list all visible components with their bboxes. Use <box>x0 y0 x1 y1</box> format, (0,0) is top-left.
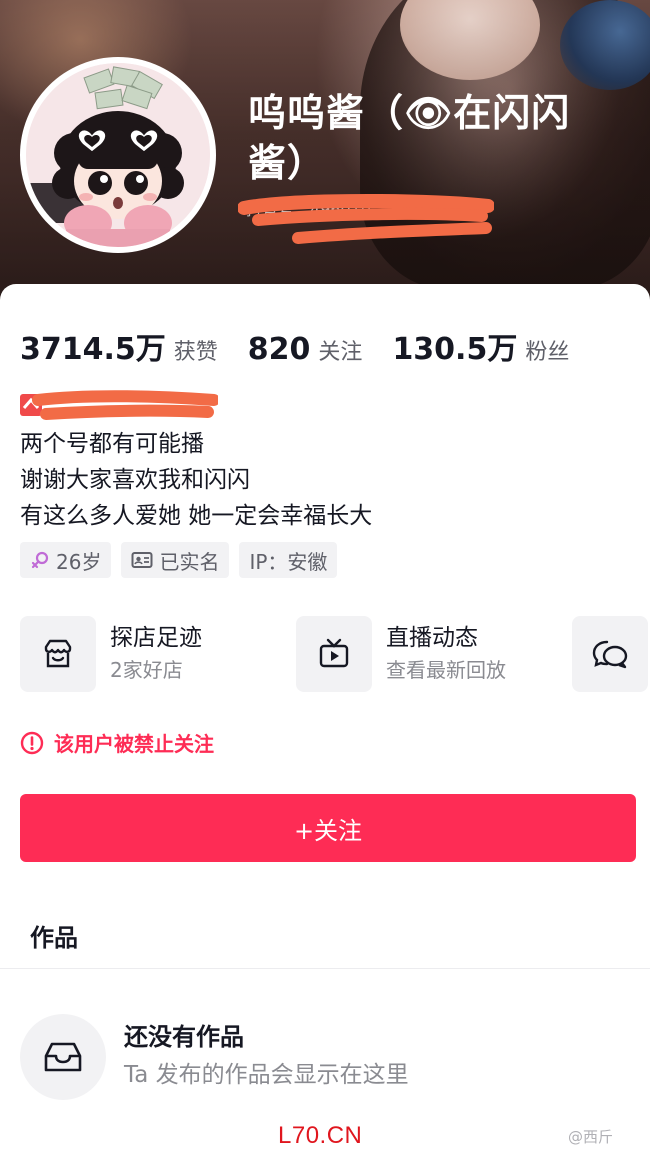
likes-label: 获赞 <box>173 340 218 365</box>
bio-text: 两个号都有可能播 谢谢大家喜欢我和闪闪 有这么多人爱她 她一定会幸福长大 <box>20 426 372 534</box>
service-live-subtitle: 查看最新回放 <box>386 658 506 682</box>
likes-count: 3714.5万 <box>20 332 166 367</box>
follow-disabled-notice: 该用户被禁止关注 <box>20 728 214 757</box>
avatar[interactable] <box>20 57 216 253</box>
follow-disabled-text: 该用户被禁止关注 <box>54 732 214 756</box>
tag-verified: 已实名 <box>121 542 230 578</box>
service-live-title: 直播动态 <box>386 625 478 651</box>
tab-works[interactable]: 作品 <box>30 918 78 953</box>
avatar-image <box>26 63 210 247</box>
service-entries: 探店足迹 2家好店 直播动态 查看最新回放 <box>20 616 650 692</box>
following-count[interactable]: 820 <box>248 332 311 367</box>
follow-button[interactable]: +关注 <box>20 794 636 862</box>
chat-icon <box>572 616 648 692</box>
profile-card: 3714.5万 获赞 820 关注 130.5万 粉丝 两个号都有可能播 谢谢大… <box>0 284 650 1157</box>
tag-age-label: 26岁 <box>56 549 102 574</box>
tag-ip: IP：安徽 <box>239 542 338 578</box>
divider <box>0 968 650 969</box>
bio-line: 谢谢大家喜欢我和闪闪 <box>20 467 250 493</box>
redacted-bio-line <box>20 390 218 420</box>
avatar-illustration <box>26 63 210 247</box>
inbox-icon <box>20 1014 106 1100</box>
female-icon <box>30 550 50 570</box>
tag-ip-label: IP：安徽 <box>249 549 328 574</box>
empty-works-state: 还没有作品 Ta 发布的作品会显示在这里 <box>20 1014 409 1100</box>
profile-nickname: 呜呜酱（👁在闪闪酱） <box>248 91 571 185</box>
service-live-updates[interactable]: 直播动态 查看最新回放 <box>296 616 554 692</box>
profile-tags: 26岁 已实名 IP：安徽 <box>20 542 347 578</box>
followers-label[interactable]: 粉丝 <box>525 334 569 366</box>
service-group-chat[interactable] <box>572 616 648 692</box>
empty-works-title: 还没有作品 <box>124 1023 244 1051</box>
following-label[interactable]: 关注 <box>318 334 362 366</box>
bio-line: 有这么多人爱她 她一定会幸福长大 <box>20 503 373 529</box>
tag-verified-label: 已实名 <box>159 549 220 574</box>
store-icon <box>20 616 96 692</box>
watermark-credit: @西斤 <box>568 1128 614 1146</box>
tag-age: 26岁 <box>20 542 112 578</box>
empty-works-subtitle: Ta 发布的作品会显示在这里 <box>124 1062 409 1088</box>
tv-icon <box>296 616 372 692</box>
alert-icon <box>20 731 44 755</box>
service-store-visits[interactable]: 探店足迹 2家好店 <box>20 616 278 692</box>
service-store-subtitle: 2家好店 <box>110 658 183 682</box>
followers-count[interactable]: 130.5万 <box>392 324 517 368</box>
bio-line: 两个号都有可能播 <box>20 431 204 457</box>
id-card-icon <box>131 551 153 569</box>
stats-row: 3714.5万 获赞 820 关注 130.5万 粉丝 <box>20 324 599 367</box>
service-store-title: 探店足迹 <box>110 625 202 651</box>
redaction-scribble <box>238 194 494 244</box>
watermark-site: L70.CN <box>278 1122 363 1149</box>
profile-cover: 呜呜酱（👁在闪闪酱） 抖音号：496010 <box>0 0 650 300</box>
